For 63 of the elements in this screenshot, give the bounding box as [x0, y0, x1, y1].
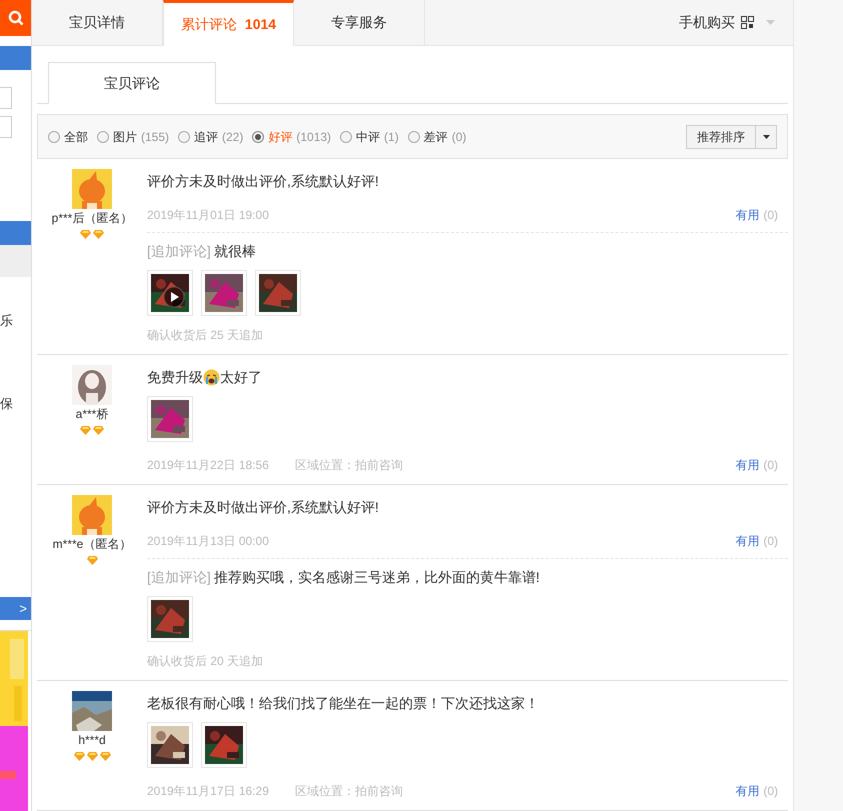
- followup-label: [追加评论]: [147, 242, 211, 261]
- useful-link[interactable]: 有用: [735, 782, 760, 800]
- useful-count: (0): [763, 207, 778, 224]
- diamond-icon: [100, 752, 110, 761]
- review-text: 免费升级: [147, 368, 203, 387]
- photo-thumbnail[interactable]: [147, 396, 193, 442]
- photo-thumbnail[interactable]: [201, 270, 247, 316]
- review-date: 2019年11月22日 18:56: [147, 457, 269, 474]
- sidebar-text: 保: [0, 394, 14, 412]
- filter-radio[interactable]: 追评 (22): [178, 128, 244, 146]
- useful-link[interactable]: 有用: [735, 532, 760, 550]
- review-text: 推荐购买哦，实名感谢三号迷弟，比外面的黄牛靠谱!: [214, 568, 540, 587]
- user-name: h***d: [78, 732, 106, 749]
- useful-count: (0): [763, 533, 778, 550]
- review-text: 老板很有耐心哦！给我们找了能坐在一起的票！下次还找这家！: [147, 694, 539, 713]
- tab[interactable]: 宝贝评论: [48, 62, 216, 104]
- crying-face-icon: [203, 369, 220, 386]
- diamond-icon: [93, 230, 104, 239]
- review-location: 区域位置：拍前咨询: [294, 457, 403, 474]
- photo-thumbnail[interactable]: [147, 722, 193, 768]
- followup-label: [追加评论]: [147, 568, 211, 587]
- followup-note: 确认收货后 25 天追加: [147, 327, 264, 344]
- qr-code-icon[interactable]: [741, 16, 754, 29]
- user-name: p***后（匿名）: [52, 210, 132, 227]
- followup-note: 确认收货后 20 天追加: [147, 653, 264, 670]
- diamond-icon: [74, 752, 84, 761]
- diamond-icon: [93, 426, 104, 435]
- useful-link[interactable]: 有用: [735, 456, 760, 474]
- user-name: m***e（匿名）: [52, 536, 132, 553]
- sidebar-header: [0, 221, 31, 245]
- filter-radio[interactable]: 中评 (1): [340, 128, 399, 146]
- caret-icon: [762, 134, 770, 138]
- useful-link[interactable]: 有用: [735, 206, 760, 224]
- useful-count: (0): [763, 783, 778, 800]
- review-text: 评价方未及时做出评价,系统默认好评!: [147, 172, 379, 191]
- user-name: a***桥: [76, 406, 108, 423]
- useful-count: (0): [763, 457, 778, 474]
- diamond-icon: [80, 426, 91, 435]
- play-icon[interactable]: [163, 286, 185, 308]
- review-date: 2019年11月17日 16:29: [147, 783, 269, 800]
- diamond-icon: [86, 556, 98, 565]
- filter-radio[interactable]: 全部: [48, 128, 88, 146]
- review-date: 2019年11月01日 19:00: [147, 207, 269, 224]
- sidebar-text: 乐: [0, 312, 14, 330]
- tab[interactable]: 专享服务: [294, 0, 425, 45]
- review-location: 区域位置：拍前咨询: [294, 783, 403, 800]
- diamond-icon: [86, 752, 98, 761]
- filter-radio[interactable]: 差评 (0): [408, 128, 466, 146]
- sidebar-header: [0, 46, 31, 70]
- photo-thumbnail[interactable]: [255, 270, 301, 316]
- review-text: 就很棒: [214, 242, 256, 261]
- review-date: 2019年11月13日 00:00: [147, 533, 269, 550]
- photo-thumbnail[interactable]: [201, 722, 247, 768]
- search-icon: [8, 10, 24, 26]
- review-text: 评价方未及时做出评价,系统默认好评!: [147, 498, 379, 517]
- photo-thumbnail[interactable]: [147, 596, 193, 642]
- diamond-icon: [80, 230, 91, 239]
- mobile-buy-label[interactable]: 手机购买: [679, 12, 735, 33]
- filter-radio[interactable]: 图片 (155): [97, 128, 170, 146]
- photo-thumbnail[interactable]: [147, 270, 193, 316]
- review-text: 太好了: [220, 368, 262, 387]
- more-button[interactable]: >: [0, 597, 31, 620]
- search-button[interactable]: [0, 0, 31, 36]
